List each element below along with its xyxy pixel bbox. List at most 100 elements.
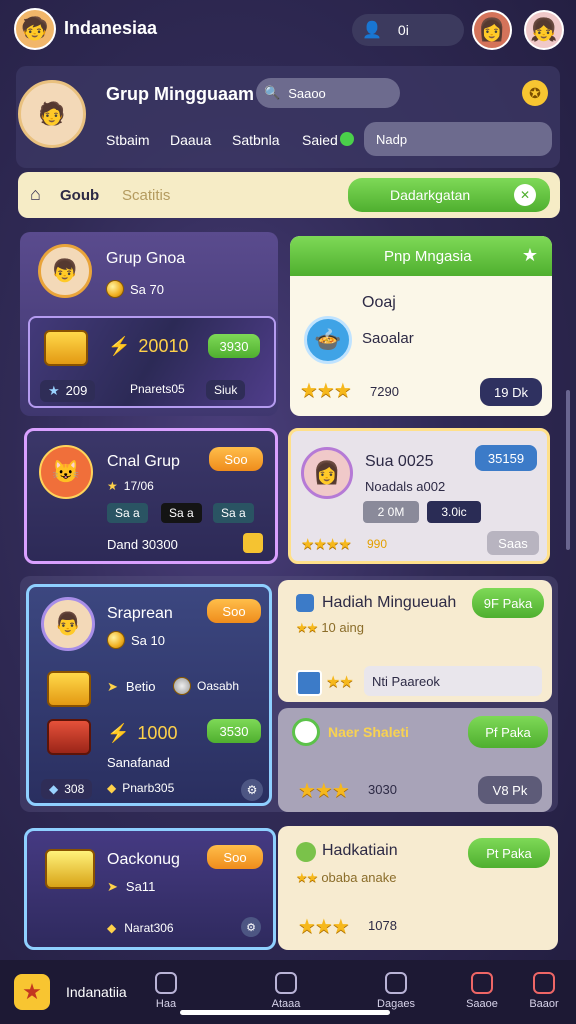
rating-stars: ★★★: [298, 916, 350, 938]
reward-card-6[interactable]: Hadiah Mingueuah 9F Paka ★★ 10 aing ★★ Nt…: [278, 580, 552, 702]
user-badge: 0i: [397, 22, 409, 38]
reward-card-7[interactable]: Naer Shaleti Pf Paka ★★★ 3030 V8 Pk: [278, 708, 552, 812]
card6-button[interactable]: 9F Paka: [472, 588, 544, 618]
card2-button[interactable]: 19 Dk: [480, 378, 542, 406]
card4-title: Sua 0025: [365, 453, 434, 470]
card9-title: Hadkatiain: [322, 842, 398, 859]
profile-search-2[interactable]: Nadp: [364, 122, 552, 156]
card1-sub: Siuk: [206, 380, 246, 400]
app-avatar[interactable]: 🧒: [14, 8, 56, 50]
group-card-1[interactable]: 👦 Grup Gnoa Sa 70 ⚡ 20010 3930 ★ 209 Pnare…: [20, 232, 278, 416]
card5-price[interactable]: 3530: [207, 719, 261, 743]
nav-item-2[interactable]: Ataaa: [256, 972, 316, 1010]
card7-button-2[interactable]: V8 Pk: [478, 776, 542, 804]
card5-sub: ◆ Pnarb305: [107, 781, 175, 795]
card3-button[interactable]: Soo: [209, 447, 263, 471]
reward-card-9[interactable]: Hadkatiain Pt Paka ★★ obaba anake ★★★ 107…: [278, 826, 558, 950]
settings-icon[interactable]: ⚙: [241, 917, 261, 937]
group-card-5[interactable]: 👨 Sraprean Soo Sa 10 ➤ Betio Oasabh ⚡ 1000…: [26, 584, 272, 806]
search-icon: 🔍: [264, 85, 281, 100]
card1-title: Grup Gnoa: [106, 250, 186, 267]
megaphone-icon: [533, 972, 555, 994]
banner-label: Goub: [60, 187, 100, 204]
home-star-button[interactable]: ★: [14, 974, 50, 1010]
rating-stars: ★★★★: [301, 536, 352, 553]
rating-stars: ★★★: [300, 380, 352, 402]
group-card-3[interactable]: 😺 Cnal Grup Soo ★ 17/06 Sa a Sa a Sa a Da…: [24, 428, 278, 564]
nav-item-5[interactable]: Baaor: [514, 972, 574, 1010]
user-icon: 👤: [362, 22, 382, 39]
card4-chip-1[interactable]: 2 0M: [363, 501, 419, 523]
home-icon[interactable]: ⌂: [30, 184, 41, 205]
card7-title: Naer Shaleti: [328, 724, 409, 740]
banner-button[interactable]: Dadarkgatan ✕: [348, 178, 550, 212]
card3-avatar: 😺: [39, 445, 93, 499]
card1-count: ★ 209: [40, 380, 96, 402]
card5-item2: Oasabh: [173, 677, 239, 695]
profile-tab-3[interactable]: Satbnla: [232, 132, 279, 148]
card2-line2: Saoalar: [362, 330, 414, 347]
chest-icon: [47, 671, 91, 707]
profile-tab-2[interactable]: Daaua: [170, 132, 211, 148]
card8-button[interactable]: Soo: [207, 845, 263, 869]
card8-title: Oackonug: [107, 851, 180, 868]
card5-button[interactable]: Soo: [207, 599, 261, 623]
card3-stars-label: ★ 17/06: [107, 479, 154, 493]
card9-subline: ★★ obaba anake: [296, 870, 397, 885]
card6-badge-icon: [296, 670, 322, 696]
card1-amount: ⚡ 20010: [108, 336, 189, 356]
card7-button[interactable]: Pf Paka: [468, 716, 548, 748]
reward-card-2[interactable]: Pnp Mngasia ★ Ooaj 🍲 Saoalar ★★★ 7290 19…: [290, 236, 552, 416]
rating-stars: ★★: [326, 674, 354, 691]
profile-tab-1[interactable]: Stbaim: [106, 132, 150, 148]
bottom-nav-label: Indanatiia: [66, 984, 127, 1000]
card1-avatar: 👦: [38, 244, 92, 298]
card4-avatar: 👩: [301, 447, 353, 499]
card4-chip-2[interactable]: 3.0ic: [427, 501, 481, 523]
card4-badge[interactable]: 35159: [475, 445, 537, 471]
profile-tab-4[interactable]: Saied: [302, 132, 338, 148]
close-icon[interactable]: ✕: [514, 184, 536, 206]
card6-icon: [296, 594, 314, 612]
card5-avatar: 👨: [41, 597, 95, 651]
nav-item-4[interactable]: Saaoe: [452, 972, 512, 1010]
card5-coins: Sa 10: [107, 631, 165, 649]
home-indicator: [180, 1010, 390, 1015]
card5-item1: ➤ Betio: [107, 679, 156, 694]
card1-inner: ⚡ 20010 3930 ★ 209 Pnarets05 Siuk: [28, 316, 276, 408]
card6-title: Hadiah Mingueuah: [322, 594, 457, 611]
card7-icon: [292, 718, 320, 746]
coin-icon: [173, 677, 191, 695]
card3-chip-1[interactable]: Sa a: [107, 503, 148, 523]
nav-item-3[interactable]: Dagaes: [366, 972, 426, 1010]
card6-input[interactable]: Nti Paareok: [364, 666, 542, 696]
profile-title: Grup Mingguaam: [106, 84, 254, 104]
profile-card-4[interactable]: 👩 Sua 0025 35159 Noadals a002 2 0M 3.0ic…: [288, 428, 550, 564]
profile-search[interactable]: 🔍 Saaoo: [256, 78, 400, 108]
trophy-icon: [45, 849, 95, 889]
nav-item-1[interactable]: Haa: [136, 972, 196, 1010]
card9-button[interactable]: Pt Paka: [468, 838, 550, 868]
card3-chip-3[interactable]: Sa a: [213, 503, 254, 523]
card5-count: ◆ 308: [41, 779, 93, 799]
user-status-pill[interactable]: 👤 0i: [352, 14, 464, 46]
friend-avatar-2[interactable]: 👧: [524, 10, 564, 50]
settings-icon[interactable]: ⚙: [241, 779, 263, 801]
star-icon: ★: [48, 383, 60, 398]
card9-icon: [296, 842, 316, 862]
card1-price[interactable]: 3930: [208, 334, 260, 358]
mail-icon: [471, 972, 493, 994]
friend-avatar-1[interactable]: 👩: [472, 10, 512, 50]
card4-button[interactable]: Saas: [487, 531, 539, 555]
group-card-8[interactable]: Oackonug Soo ➤ Sa11 ◆ Narat306 ⚙: [24, 828, 276, 950]
profile-avatar[interactable]: 🧑: [18, 80, 86, 148]
scrollbar[interactable]: [566, 390, 570, 550]
card3-chip-2[interactable]: Sa a: [161, 503, 202, 523]
shield-icon: [155, 972, 177, 994]
banner-sublabel: Scatitis: [122, 187, 171, 204]
card1-coins: Sa 70: [106, 280, 164, 298]
medal-icon[interactable]: ✪: [522, 80, 548, 106]
card2-icon: 🍲: [304, 316, 352, 364]
card2-score: 7290: [370, 384, 399, 399]
card8-coins: ➤ Sa11: [107, 879, 156, 894]
